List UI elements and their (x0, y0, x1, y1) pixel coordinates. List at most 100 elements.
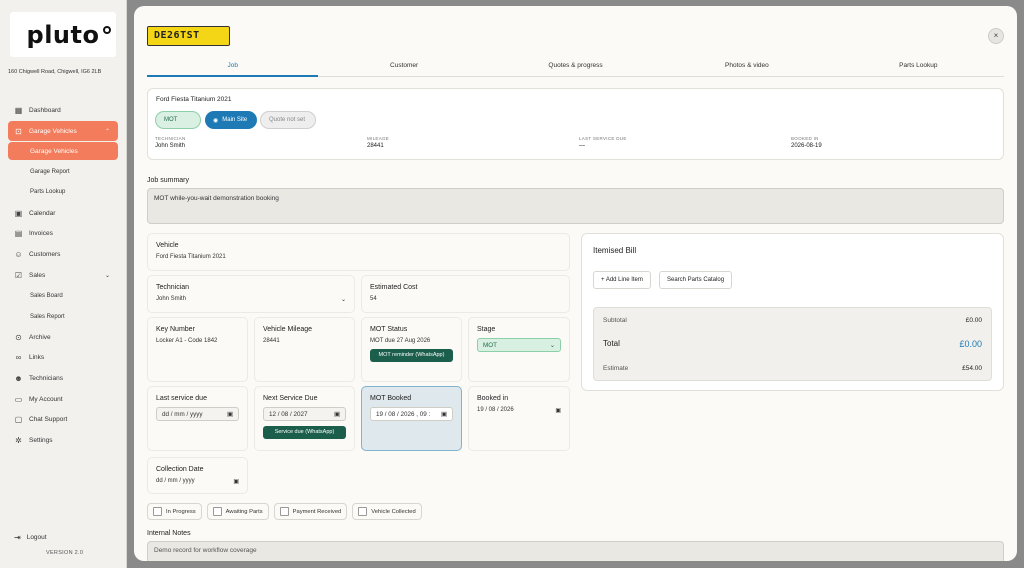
field-title: Next Service Due (263, 395, 318, 402)
user-icon: ☺ (14, 249, 23, 259)
sidebar-item-calendar[interactable]: ▣ Calendar (8, 203, 118, 224)
next-service-date-input[interactable]: 12 / 08 / 2027 ▣ (263, 407, 346, 421)
last-service-date-input[interactable]: dd / mm / yyyy ▣ (156, 407, 239, 421)
meta-technician: TECHNICIAN John Smith (155, 136, 186, 149)
sidebar-item-label: Garage Report (30, 168, 70, 175)
field-title: Stage (477, 326, 496, 333)
sidebar-item-label: Chat Support (29, 416, 68, 424)
tab-customer[interactable]: Customer (318, 59, 489, 76)
sidebar-item-archive[interactable]: ⊙ Archive (8, 327, 118, 348)
service-due-whatsapp-button[interactable]: Service due (WhatsApp) (263, 426, 346, 440)
mot-booked-field: MOT Booked 19 / 08 / 2026 , 09 : ▣ (361, 386, 462, 451)
checkbox-icon (358, 507, 368, 516)
key-number-input[interactable]: Locker A1 - Code 1842 (156, 338, 239, 344)
sidebar-item-chat-support[interactable]: ▢ Chat Support (8, 410, 118, 431)
sidebar-item-settings[interactable]: ✲ Settings (8, 430, 118, 451)
date-value: 19 / 08 / 2026 (477, 407, 514, 413)
logo-text: pluto (26, 20, 100, 49)
mileage-input[interactable]: 28441 (263, 338, 346, 344)
add-line-item-button[interactable]: + Add Line Item (593, 271, 651, 289)
date-value: 19 / 08 / 2026 , 09 : (376, 410, 431, 418)
field-title: Key Number (156, 326, 195, 333)
estimate-row: Estimate £54.00 (603, 365, 982, 372)
sidebar-nav: ▦ Dashboard ⊡ Garage Vehicles ⌃ Garage Vehi… (8, 100, 118, 451)
sidebar-subitem-sales-board[interactable]: Sales Board (8, 286, 118, 307)
close-button[interactable]: × (988, 28, 1004, 44)
vehicle-field: Vehicle Ford Fiesta Titanium 2021 (147, 233, 570, 271)
users-icon: ☻ (14, 374, 23, 384)
sidebar-item-dashboard[interactable]: ▦ Dashboard (8, 100, 118, 121)
sidebar-item-label: Parts Lookup (30, 189, 66, 196)
sidebar-subitem-garage-vehicles[interactable]: Garage Vehicles (8, 142, 118, 161)
tab-parts-lookup[interactable]: Parts Lookup (833, 59, 1004, 76)
tab-quotes-progress[interactable]: Quotes & progress (490, 59, 661, 76)
calendar-icon[interactable]: ▣ (334, 411, 340, 418)
sidebar-item-technicians[interactable]: ☻ Technicians (8, 368, 118, 389)
card-icon: ▭ (14, 394, 23, 404)
registration-plate: DE26TST (147, 26, 230, 46)
technician-select[interactable]: John Smith ⌄ (156, 296, 346, 303)
site-chip-label: Main Site (222, 117, 248, 123)
location-icon: ◉ (213, 117, 219, 124)
stage-field: Stage MOT ⌄ (468, 317, 570, 382)
sidebar-item-label: Garage Vehicles (30, 147, 78, 155)
mot-status-value: MOT due 27 Aug 2026 (370, 338, 431, 344)
status-checkboxes: In Progress Awaiting Parts Payment Recei… (147, 503, 427, 520)
calendar-icon[interactable]: ▣ (227, 411, 233, 418)
document-icon: ▤ (14, 229, 23, 239)
gear-icon: ✲ (15, 436, 22, 446)
checkbox-vehicle-collected[interactable]: Vehicle Collected (352, 503, 422, 520)
technician-value: John Smith (156, 296, 187, 302)
logo[interactable]: pluto (10, 12, 116, 57)
checkbox-awaiting-parts[interactable]: Awaiting Parts (206, 503, 269, 520)
meta-last-service: LAST SERVICE DUE — (579, 136, 627, 149)
job-summary-input[interactable]: MOT while-you-wait demonstration booking (147, 188, 1004, 224)
mot-booked-datetime-input[interactable]: 19 / 08 / 2026 , 09 : ▣ (370, 407, 453, 421)
sidebar-item-invoices[interactable]: ▤ Invoices (8, 223, 118, 244)
sidebar-subitem-parts-lookup[interactable]: Parts Lookup (8, 182, 118, 203)
meta-label: TECHNICIAN (155, 136, 186, 141)
booked-in-date-input[interactable]: 19 / 08 / 2026 ▣ (477, 407, 561, 414)
sidebar-subitem-garage-report[interactable]: Garage Report (8, 161, 118, 182)
sidebar-item-links[interactable]: ∞ Links (8, 348, 118, 369)
sidebar-item-customers[interactable]: ☺ Customers (8, 244, 118, 265)
sidebar-item-label: Dashboard (29, 106, 61, 114)
field-title: Vehicle Mileage (263, 326, 313, 333)
calendar-icon[interactable]: ▣ (233, 478, 239, 485)
calendar-icon[interactable]: ▣ (555, 407, 561, 414)
tab-photos-video[interactable]: Photos & video (661, 59, 832, 76)
sidebar-subitem-sales-report[interactable]: Sales Report (8, 306, 118, 327)
collection-date-input[interactable]: dd / mm / yyyy ▣ (156, 478, 239, 485)
site-chip[interactable]: ◉ Main Site (205, 111, 257, 129)
chevron-down-icon: ⌄ (549, 341, 555, 349)
checkbox-label: Vehicle Collected (371, 508, 416, 515)
garage-address: 160 Chigwell Road, Chigwell, IG6 2LB (8, 69, 102, 75)
calendar-icon[interactable]: ▣ (441, 411, 447, 418)
internal-notes-input[interactable]: Demo record for workflow coverage (147, 541, 1004, 561)
sidebar-item-my-account[interactable]: ▭ My Account (8, 389, 118, 410)
sidebar-item-label: Calendar (29, 209, 56, 217)
sidebar-item-garage-vehicles[interactable]: ⊡ Garage Vehicles ⌃ (8, 120, 118, 142)
tab-job[interactable]: Job (147, 59, 319, 77)
sidebar-item-label: Garage Vehicles (29, 127, 77, 135)
checkbox-payment-received[interactable]: Payment Received (273, 503, 348, 520)
job-modal: DE26TST × Job Customer Quotes & progress… (134, 6, 1017, 561)
mot-chip[interactable]: MOT (155, 111, 201, 129)
estimated-cost-input[interactable]: 54 (370, 296, 561, 302)
checkbox-in-progress[interactable]: In Progress (147, 503, 202, 520)
chevron-down-icon: ⌄ (340, 297, 346, 303)
sidebar-item-sales[interactable]: ☑ Sales ⌄ (8, 265, 118, 286)
stage-select[interactable]: MOT ⌄ (477, 338, 561, 352)
search-parts-catalog-button[interactable]: Search Parts Catalog (659, 271, 733, 289)
meta-label: MILEAGE (367, 136, 390, 141)
quote-chip[interactable]: Quote not set (260, 111, 316, 129)
checkbox-icon (279, 507, 289, 516)
date-value: dd / mm / yyyy (162, 410, 203, 418)
logout-button[interactable]: ⇥ Logout (14, 533, 47, 542)
mot-reminder-button[interactable]: MOT reminder (WhatsApp) (370, 349, 453, 363)
sidebar-item-label: Customers (29, 250, 61, 258)
bill-title: Itemised Bill (593, 246, 637, 255)
total-row: Total £0.00 (603, 339, 982, 349)
checkbox-icon (153, 507, 162, 516)
sidebar: pluto 160 Chigwell Road, Chigwell, IG6 2… (0, 0, 127, 568)
